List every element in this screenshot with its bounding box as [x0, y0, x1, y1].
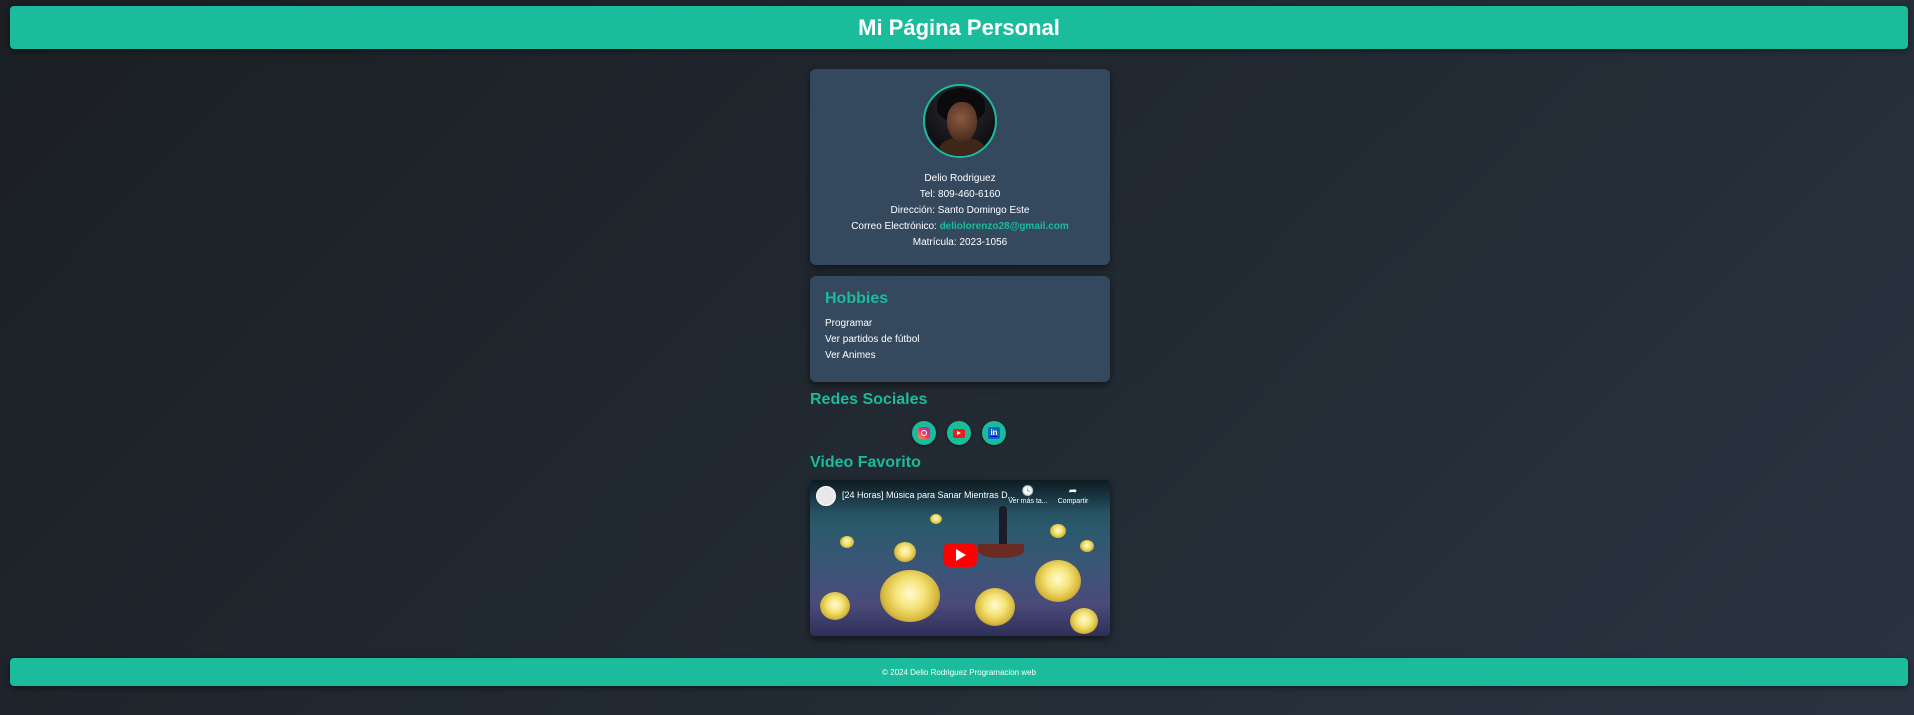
share-label: Compartir	[1057, 498, 1089, 505]
youtube-icon	[953, 428, 965, 438]
hobbies-list: Programar Ver partidos de fútbol Ver Ani…	[825, 316, 1095, 364]
youtube-button[interactable]	[947, 421, 971, 445]
social-title: Redes Sociales	[810, 391, 928, 408]
share-button[interactable]: ➦ Compartir	[1053, 486, 1093, 505]
instagram-button[interactable]	[912, 421, 936, 445]
list-item: Ver partidos de fútbol	[825, 334, 920, 345]
play-button[interactable]	[943, 543, 977, 567]
instagram-icon	[918, 427, 930, 439]
page-header: Mi Página Personal	[10, 6, 1908, 49]
profile-name: Delio Rodriguez	[924, 173, 996, 184]
profile-info: Delio Rodriguez Tel: 809-460-6160 Direcc…	[810, 171, 1110, 251]
profile-email-row: Correo Electrónico: deliolorenzo28@gmail…	[810, 219, 1110, 235]
page-title: Mi Página Personal	[858, 14, 1060, 40]
share-icon: ➦	[1068, 486, 1078, 497]
clock-icon: 🕓	[1021, 486, 1035, 497]
linkedin-button[interactable]: in	[982, 421, 1006, 445]
watch-later-button[interactable]: 🕓 Ver más ta...	[1008, 486, 1048, 505]
watch-later-label: Ver más ta...	[1008, 498, 1048, 505]
profile-address: Dirección: Santo Domingo Este	[890, 205, 1030, 216]
avatar	[923, 84, 997, 158]
list-item: Ver Animes	[825, 350, 876, 361]
hobbies-card: Hobbies Programar Ver partidos de fútbol…	[810, 276, 1110, 382]
profile-card: Delio Rodriguez Tel: 809-460-6160 Direcc…	[810, 69, 1110, 265]
profile-id: Matrícula: 2023-1056	[912, 237, 1008, 248]
video-embed-title[interactable]: [24 Horas] Música para Sanar Mientras D.…	[842, 490, 1018, 500]
linkedin-icon: in	[988, 427, 1000, 439]
social-links: in	[912, 421, 1006, 445]
play-icon	[956, 549, 966, 561]
email-link[interactable]: deliolorenzo28@gmail.com	[940, 221, 1069, 232]
profile-phone: Tel: 809-460-6160	[919, 189, 1001, 200]
list-item: Programar	[825, 318, 873, 329]
footer-text: © 2024 Delio Rodriguez Programacion web	[882, 667, 1036, 677]
profile-email-label: Correo Electrónico:	[851, 221, 940, 232]
video-embed[interactable]: [24 Horas] Música para Sanar Mientras D.…	[810, 480, 1110, 636]
video-title: Video Favorito	[810, 454, 921, 471]
channel-avatar[interactable]	[816, 486, 836, 506]
page-footer: © 2024 Delio Rodriguez Programacion web	[10, 658, 1908, 686]
hobbies-title: Hobbies	[825, 290, 889, 307]
